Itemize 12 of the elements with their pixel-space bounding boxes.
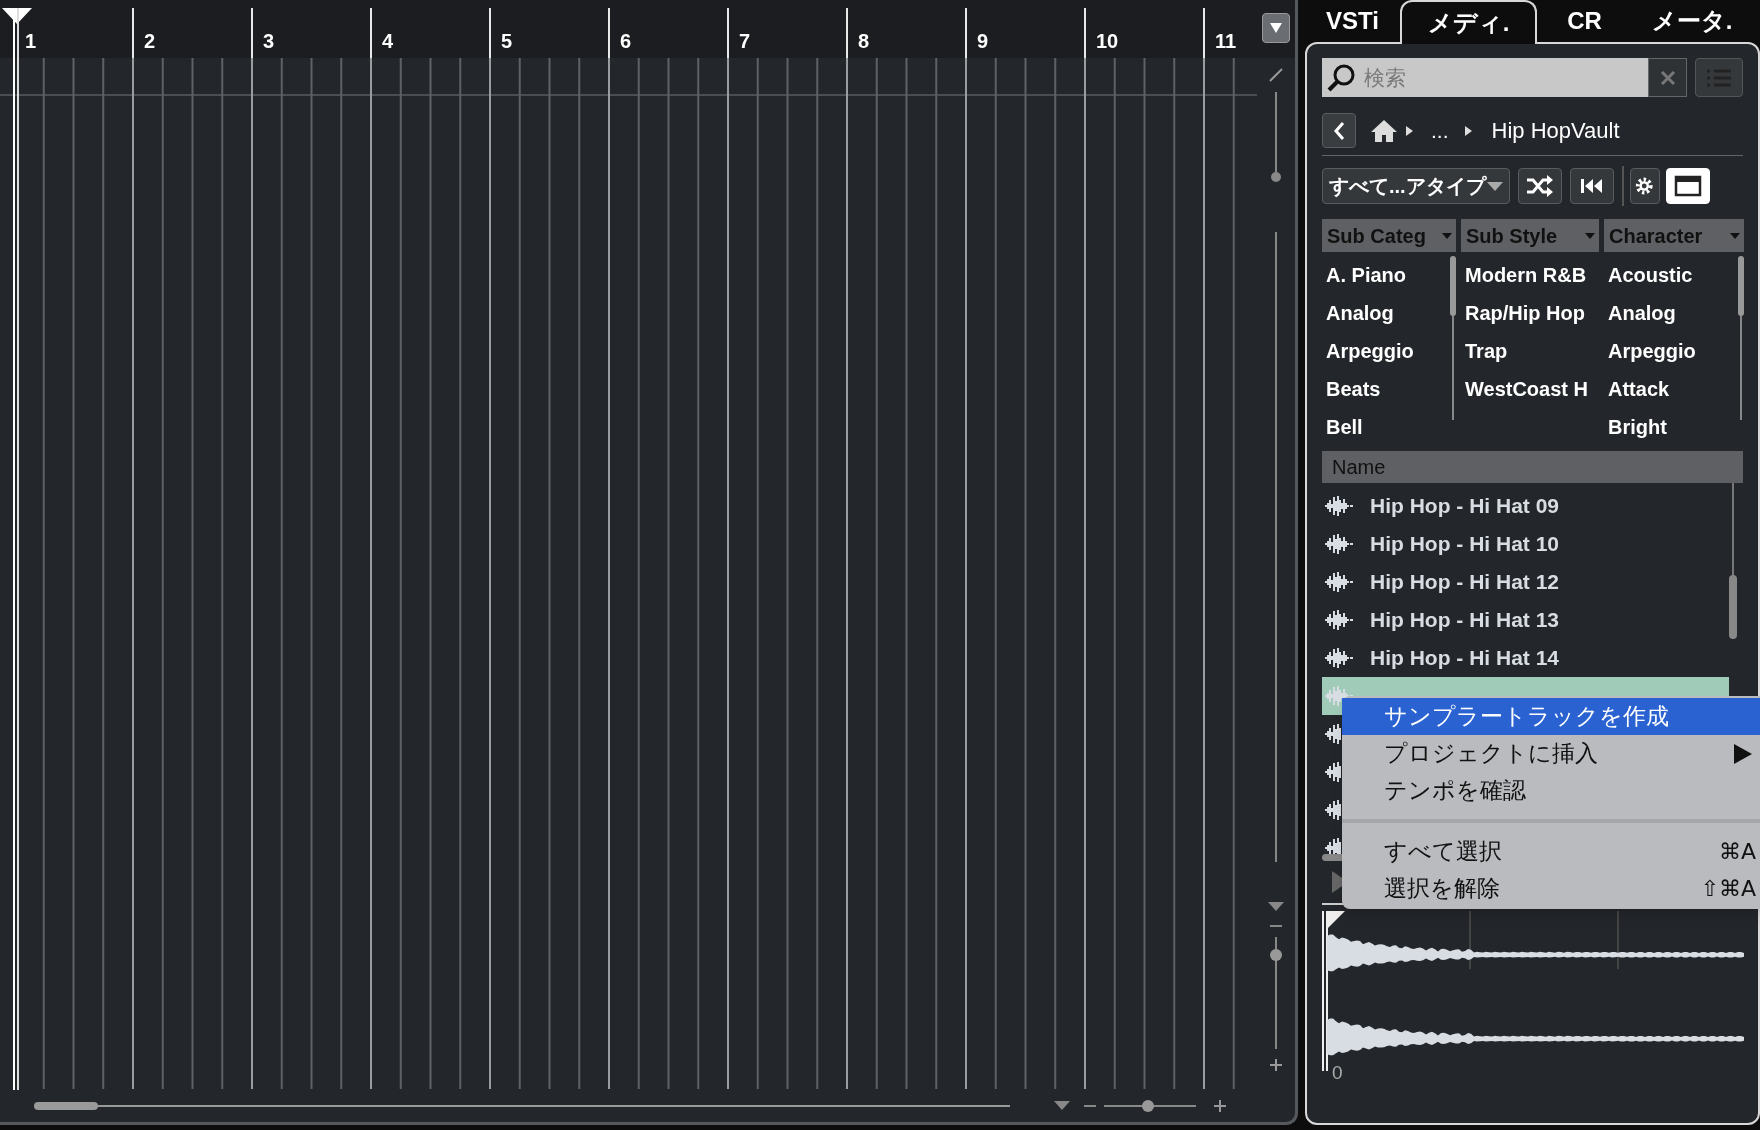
- bar-number: 9: [977, 29, 989, 54]
- bar-number: 7: [739, 29, 751, 54]
- bar-number: 2: [144, 29, 156, 54]
- bar-number: 1: [25, 29, 37, 54]
- bar-number: 10: [1096, 29, 1119, 54]
- bar-number: 5: [501, 29, 513, 54]
- bar-number: 4: [382, 29, 394, 54]
- time-label: 0: [1332, 1061, 1343, 1085]
- bar-number: 6: [620, 29, 632, 54]
- bar-number: 11: [1215, 29, 1237, 54]
- bar-number: 8: [858, 29, 870, 54]
- bar-number: 3: [263, 29, 275, 54]
